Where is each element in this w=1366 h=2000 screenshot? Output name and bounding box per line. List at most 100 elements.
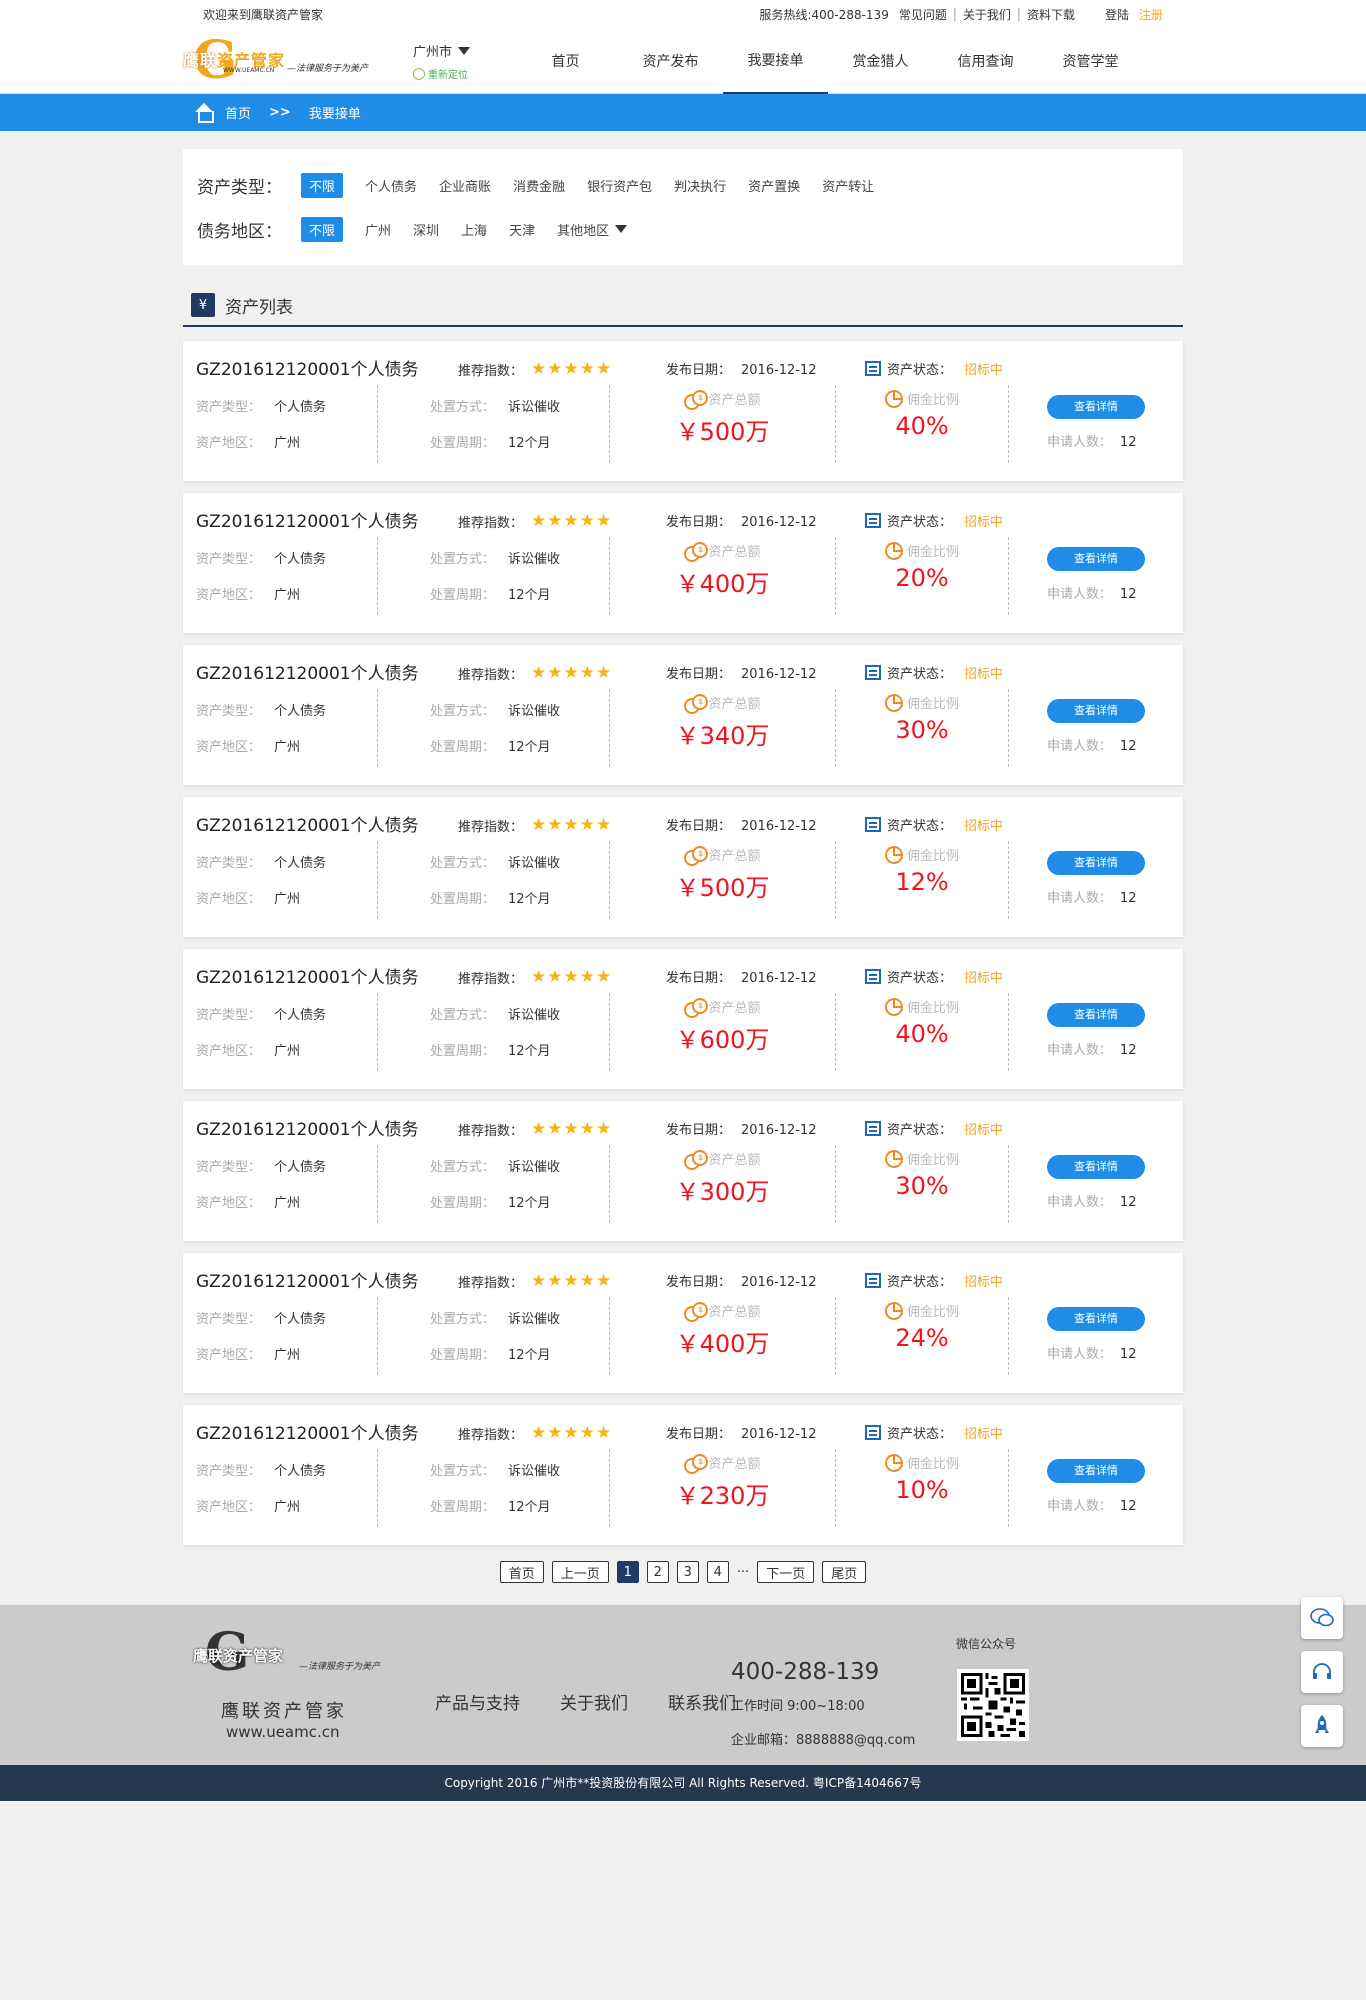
register-link[interactable]: 注册 [1139, 6, 1163, 23]
area-option[interactable]: 深圳 [413, 220, 439, 239]
publish-date: 发布日期： 2016-12-12 [666, 819, 817, 834]
pager-page[interactable]: 3 [676, 1561, 699, 1583]
view-details-button[interactable]: 查看详情 [1047, 1155, 1145, 1179]
footer-link[interactable]: 产品与支持 [435, 1689, 520, 1714]
copyright: Copyright 2016 广州市**投资股份有限公司 All Rights … [0, 1765, 1366, 1801]
disposal-method-value: 诉讼催收 [508, 1463, 561, 1479]
headset-icon[interactable] [1301, 1651, 1343, 1693]
logo[interactable]: G 鹰联资产管家 WWW.UEAMC.CN —法律服务于为美产 [183, 33, 383, 89]
view-details-button[interactable]: 查看详情 [1047, 699, 1145, 723]
asset-amount: ￥230万 [675, 1482, 770, 1510]
view-details-button[interactable]: 查看详情 [1047, 1459, 1145, 1483]
view-details-button[interactable]: 查看详情 [1047, 395, 1145, 419]
nav-bounty-hunter[interactable]: 赏金猎人 [828, 28, 933, 94]
area-option[interactable]: 广州 [365, 220, 391, 239]
asset-status: 资产状态： 招标中 [865, 1271, 1003, 1290]
asset-code: GZ201612120001个人债务 [196, 360, 419, 380]
asset-area-value: 广州 [274, 1195, 301, 1211]
publish-date: 发布日期： 2016-12-12 [666, 1123, 817, 1138]
login-link[interactable]: 登陆 [1105, 6, 1129, 23]
wechat-icon[interactable] [1301, 1597, 1343, 1639]
area-option[interactable]: 不限 [301, 216, 344, 242]
calendar-icon [865, 1273, 881, 1288]
relocate-link[interactable]: 重新定位 [413, 66, 493, 81]
type-option[interactable]: 企业商账 [439, 176, 491, 195]
type-option[interactable]: 个人债务 [365, 176, 417, 195]
nav-credit-query[interactable]: 信用查询 [933, 28, 1038, 94]
nav-take-order[interactable]: 我要接单 [723, 28, 828, 94]
publish-date: 发布日期： 2016-12-12 [666, 515, 817, 530]
view-details-button[interactable]: 查看详情 [1047, 1307, 1145, 1331]
star-rating-icon: ★★★★★ [531, 815, 613, 835]
nav-home[interactable]: 首页 [513, 28, 618, 94]
area-option[interactable]: 天津 [509, 220, 535, 239]
footer-phone: 400-288-139 [731, 1659, 880, 1685]
city-selector[interactable]: 广州市 重新定位 [413, 41, 493, 81]
view-details-button[interactable]: 查看详情 [1047, 851, 1145, 875]
asset-code: GZ201612120001个人债务 [196, 1272, 419, 1292]
side-toolbar [1301, 1597, 1343, 1747]
asset-area-value: 广州 [274, 1043, 301, 1059]
type-option[interactable]: 消费金融 [513, 176, 565, 195]
status-badge: 招标中 [964, 1275, 1004, 1290]
pager-next[interactable]: 下一页 [757, 1561, 815, 1583]
rocket-icon[interactable] [1301, 1705, 1343, 1747]
footer-link[interactable]: 关于我们 [560, 1689, 628, 1714]
publish-date: 发布日期： 2016-12-12 [666, 1427, 817, 1442]
pager-page[interactable]: 1 [616, 1561, 639, 1583]
recommend-index: 推荐指数： ★★★★★ [458, 511, 613, 531]
area-option-more[interactable]: 其他地区 [557, 220, 628, 239]
download-link[interactable]: 资料下载 [1027, 6, 1075, 23]
asset-type-value: 个人债务 [274, 399, 327, 415]
asset-amount: ￥300万 [675, 1178, 770, 1206]
asset-area-value: 广州 [274, 739, 301, 755]
calendar-icon [865, 1121, 881, 1136]
type-option[interactable]: 判决执行 [674, 176, 726, 195]
status-badge: 招标中 [964, 1123, 1004, 1138]
type-option[interactable]: 不限 [301, 172, 344, 198]
type-option[interactable]: 资产转让 [822, 176, 874, 195]
asset-card: GZ201612120001个人债务 推荐指数： ★★★★★ 发布日期： 2016-12… [183, 645, 1183, 785]
commission-ratio: 40% [895, 1020, 949, 1048]
applicant-count: 申请人数： 12 [1047, 891, 1137, 906]
pager-last[interactable]: 尾页 [822, 1561, 867, 1583]
type-option[interactable]: 银行资产包 [587, 176, 652, 195]
pie-chart-icon [884, 845, 903, 864]
breadcrumb-separator: >> [269, 105, 291, 120]
pie-chart-icon [884, 1453, 903, 1472]
view-details-button[interactable]: 查看详情 [1047, 547, 1145, 571]
calendar-icon [865, 1425, 881, 1440]
footer-company-name: 鹰联资产管家 [221, 1701, 347, 1722]
type-option[interactable]: 资产置换 [748, 176, 800, 195]
pager-prev[interactable]: 上一页 [551, 1561, 609, 1583]
view-details-button[interactable]: 查看详情 [1047, 1003, 1145, 1027]
footer-logo: G 鹰联资产管家 —法律服务于为美产 [193, 1622, 381, 1683]
commission-ratio: 12% [895, 868, 949, 896]
asset-card: GZ201612120001个人债务 推荐指数： ★★★★★ 发布日期： 2016-12… [183, 949, 1183, 1089]
asset-code: GZ201612120001个人债务 [196, 968, 419, 988]
logo-slogan: —法律服务于为美产 [287, 64, 369, 74]
asset-type-value: 个人债务 [274, 703, 327, 719]
publish-date: 发布日期： 2016-12-12 [666, 667, 817, 682]
area-option[interactable]: 上海 [461, 220, 487, 239]
coin-icon [684, 845, 709, 866]
pager-page[interactable]: 4 [706, 1561, 729, 1583]
nav-asset-publish[interactable]: 资产发布 [618, 28, 723, 94]
about-link[interactable]: 关于我们 [963, 6, 1011, 23]
calendar-icon [865, 817, 881, 832]
breadcrumb-home[interactable]: 首页 [225, 103, 251, 122]
main-nav: 首页 资产发布 我要接单 赏金猎人 信用查询 资管学堂 [513, 28, 1143, 94]
city-name: 广州市 [413, 45, 453, 60]
nav-academy[interactable]: 资管学堂 [1038, 28, 1143, 94]
footer-link[interactable]: 联系我们 [668, 1689, 736, 1714]
pager-page[interactable]: 2 [646, 1561, 669, 1583]
coin-icon [684, 389, 709, 410]
disposal-method-value: 诉讼催收 [508, 1159, 561, 1175]
faq-link[interactable]: 常见问题 [899, 6, 947, 23]
asset-amount: ￥500万 [675, 418, 770, 446]
pager-first[interactable]: 首页 [499, 1561, 544, 1583]
asset-status: 资产状态： 招标中 [865, 359, 1003, 378]
status-badge: 招标中 [964, 971, 1004, 986]
star-rating-icon: ★★★★★ [531, 1119, 613, 1139]
footer-links: 产品与支持 关于我们 联系我们 [435, 1689, 736, 1714]
